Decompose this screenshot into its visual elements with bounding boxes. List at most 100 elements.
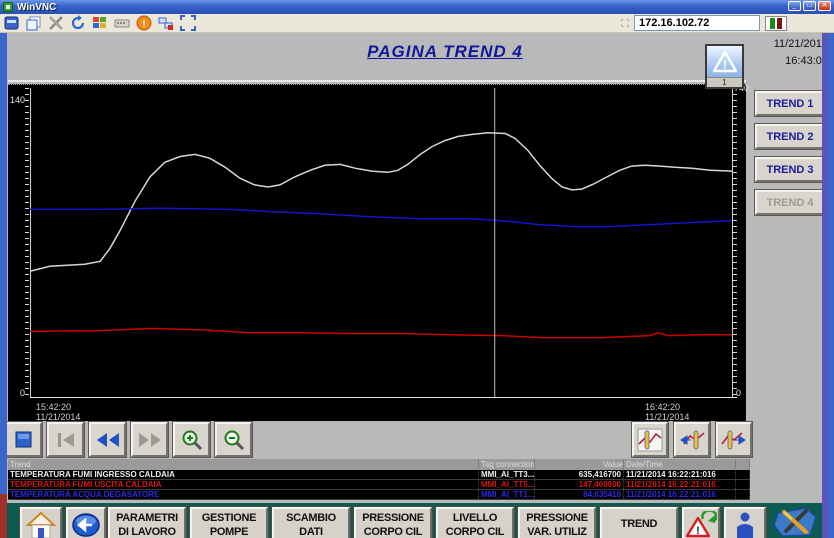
- series-line-2: [30, 329, 732, 338]
- x-start-date: 11/21/2014: [36, 412, 80, 422]
- alert-icon[interactable]: !: [136, 15, 153, 31]
- cell-x: [736, 470, 750, 479]
- cell-tag: MMI_AI_TT5...: [479, 480, 535, 489]
- right-axis-ticks: [733, 88, 737, 398]
- series-line-1: [30, 133, 732, 272]
- cursor-right-icon: [720, 428, 748, 452]
- trend-plot: [30, 88, 732, 397]
- alarm-count-badge: 1: [707, 77, 742, 87]
- col-spare: [736, 459, 750, 470]
- trend-cursor-icon: [637, 428, 663, 452]
- new-window-icon[interactable]: [26, 15, 43, 31]
- cursor-right-button[interactable]: [716, 422, 752, 457]
- network-status-icon[interactable]: [158, 15, 175, 31]
- col-value[interactable]: Value: [535, 459, 624, 470]
- window-title: WinVNC: [17, 2, 56, 13]
- zoom-out-button[interactable]: [215, 422, 252, 457]
- nav-button-pressione-var-utiliz[interactable]: PRESSIONEVAR. UTILIZ: [518, 507, 596, 538]
- keyboard-icon[interactable]: [114, 15, 131, 31]
- cursor-left-button[interactable]: [674, 422, 710, 457]
- step-back-button[interactable]: [47, 422, 84, 457]
- cell-x: [736, 490, 750, 499]
- rewind-button[interactable]: [89, 422, 126, 457]
- x-start-time: 15:42:20: [36, 402, 80, 412]
- left-border: [0, 33, 7, 494]
- fullscreen-icon[interactable]: [180, 15, 197, 31]
- nav-button-trend[interactable]: TREND: [600, 507, 678, 538]
- cell-name: TEMPERATURA FUMI USCITA CALDAIA: [8, 480, 479, 489]
- page-title: PAGINA TREND 4: [250, 42, 640, 62]
- refresh-icon[interactable]: [70, 15, 87, 31]
- trend-table-row[interactable]: TEMPERATURA ACQUA DEGASATOREMMI_AI_TT1..…: [8, 490, 750, 500]
- x-end-date: 11/21/2014: [645, 412, 689, 422]
- left-axis-ticks: [25, 88, 29, 398]
- zoom-out-icon: [223, 429, 245, 451]
- cell-val: 84,635410: [535, 490, 624, 499]
- x-end-time: 16:42:20: [645, 402, 689, 412]
- nav-button-scambio-dati[interactable]: SCAMBIODATI: [272, 507, 350, 538]
- connection-status-icon[interactable]: [765, 16, 787, 31]
- trend-page-button-1[interactable]: TREND 1: [755, 91, 825, 116]
- settings-tools-icon[interactable]: [48, 15, 65, 31]
- back-button[interactable]: [66, 507, 106, 538]
- cell-tag: MMI_AI_TT1...: [479, 490, 535, 499]
- close-button[interactable]: ✕: [818, 1, 831, 11]
- trend-page-button-4: TREND 4: [755, 190, 825, 215]
- right-border: [828, 33, 834, 538]
- svg-text:!: !: [723, 58, 727, 72]
- zoom-in-icon: [181, 429, 203, 451]
- svg-text:!: !: [696, 525, 700, 537]
- user-icon: [734, 511, 756, 538]
- trend-page-button-3[interactable]: TREND 3: [755, 157, 825, 182]
- cell-dt: 11/21/2014 16:22:21:016: [624, 480, 736, 489]
- trend-table-row[interactable]: TEMPERATURA FUMI USCITA CALDAIAMMI_AI_TT…: [8, 480, 750, 490]
- rewind-icon: [96, 432, 120, 448]
- vnc-toolbar: !: [0, 14, 834, 33]
- x-axis-line: [30, 397, 737, 398]
- alarm-page-button[interactable]: !: [682, 507, 720, 538]
- windows-logo-icon[interactable]: [92, 15, 109, 31]
- maximize-button[interactable]: □: [803, 1, 816, 11]
- col-datetime[interactable]: Date/Time: [624, 459, 736, 470]
- panel-bevel: [8, 80, 746, 82]
- col-trend[interactable]: Trend: [8, 459, 479, 470]
- alarm-summary-button[interactable]: ! 1: [705, 44, 744, 89]
- trend-legend-table: Trend Tag connection Value Date/Time TEM…: [8, 459, 750, 500]
- nav-button-livello-corpo-cil[interactable]: LIVELLOCORPO CIL: [436, 507, 514, 538]
- trend-cursor-button[interactable]: [632, 422, 668, 457]
- vnc-window: WinVNC _ □ ✕ ! PAGINA TREND 4 ! 1 11/21/…: [0, 0, 834, 538]
- maintenance-tools-icon[interactable]: [772, 505, 822, 538]
- cursor-left-icon: [678, 428, 706, 452]
- home-button[interactable]: [20, 507, 62, 538]
- alarm-ack-icon: !: [685, 511, 717, 538]
- cell-name: TEMPERATURA FUMI INGRESSO CALDAIA: [8, 470, 479, 479]
- winvnc-icon: [3, 2, 13, 12]
- toolbar-checkbox[interactable]: [621, 19, 629, 27]
- series-line-3: [30, 208, 732, 226]
- ip-address-input[interactable]: [634, 15, 760, 31]
- minimize-button[interactable]: _: [788, 1, 801, 11]
- step-back-icon: [56, 432, 76, 448]
- fast-forward-button[interactable]: [131, 422, 168, 457]
- cell-dt: 11/21/2014 16:22:21:016: [624, 470, 736, 479]
- nav-button-pressione-corpo-cil[interactable]: PRESSIONECORPO CIL: [354, 507, 432, 538]
- trend-table-row[interactable]: TEMPERATURA FUMI INGRESSO CALDAIAMMI_AI_…: [8, 470, 750, 480]
- cell-val: 635,416700: [535, 470, 624, 479]
- table-body: TEMPERATURA FUMI INGRESSO CALDAIAMMI_AI_…: [8, 470, 750, 500]
- nav-button-parametri-di-lavoro[interactable]: PARAMETRIDI LAVORO: [108, 507, 186, 538]
- zoom-in-button[interactable]: [173, 422, 210, 457]
- user-button[interactable]: [724, 507, 766, 538]
- cell-tag: MMI_AI_TT3...: [479, 470, 535, 479]
- trend-page-button-2[interactable]: TREND 2: [755, 124, 825, 149]
- left-border-bottom: [0, 494, 7, 538]
- title-bar[interactable]: WinVNC _ □ ✕: [0, 0, 834, 14]
- stop-button[interactable]: [5, 422, 42, 457]
- back-arrow-icon: [71, 511, 101, 538]
- vnc-properties-icon[interactable]: [4, 15, 21, 31]
- nav-button-gestione-pompe[interactable]: GESTIONEPOMPE: [190, 507, 268, 538]
- col-tag-connection[interactable]: Tag connection: [479, 459, 535, 470]
- home-icon: [26, 511, 56, 538]
- cell-val: 147,460900: [535, 480, 624, 489]
- warning-triangle-icon: !: [712, 49, 738, 75]
- svg-text:!: !: [142, 19, 145, 30]
